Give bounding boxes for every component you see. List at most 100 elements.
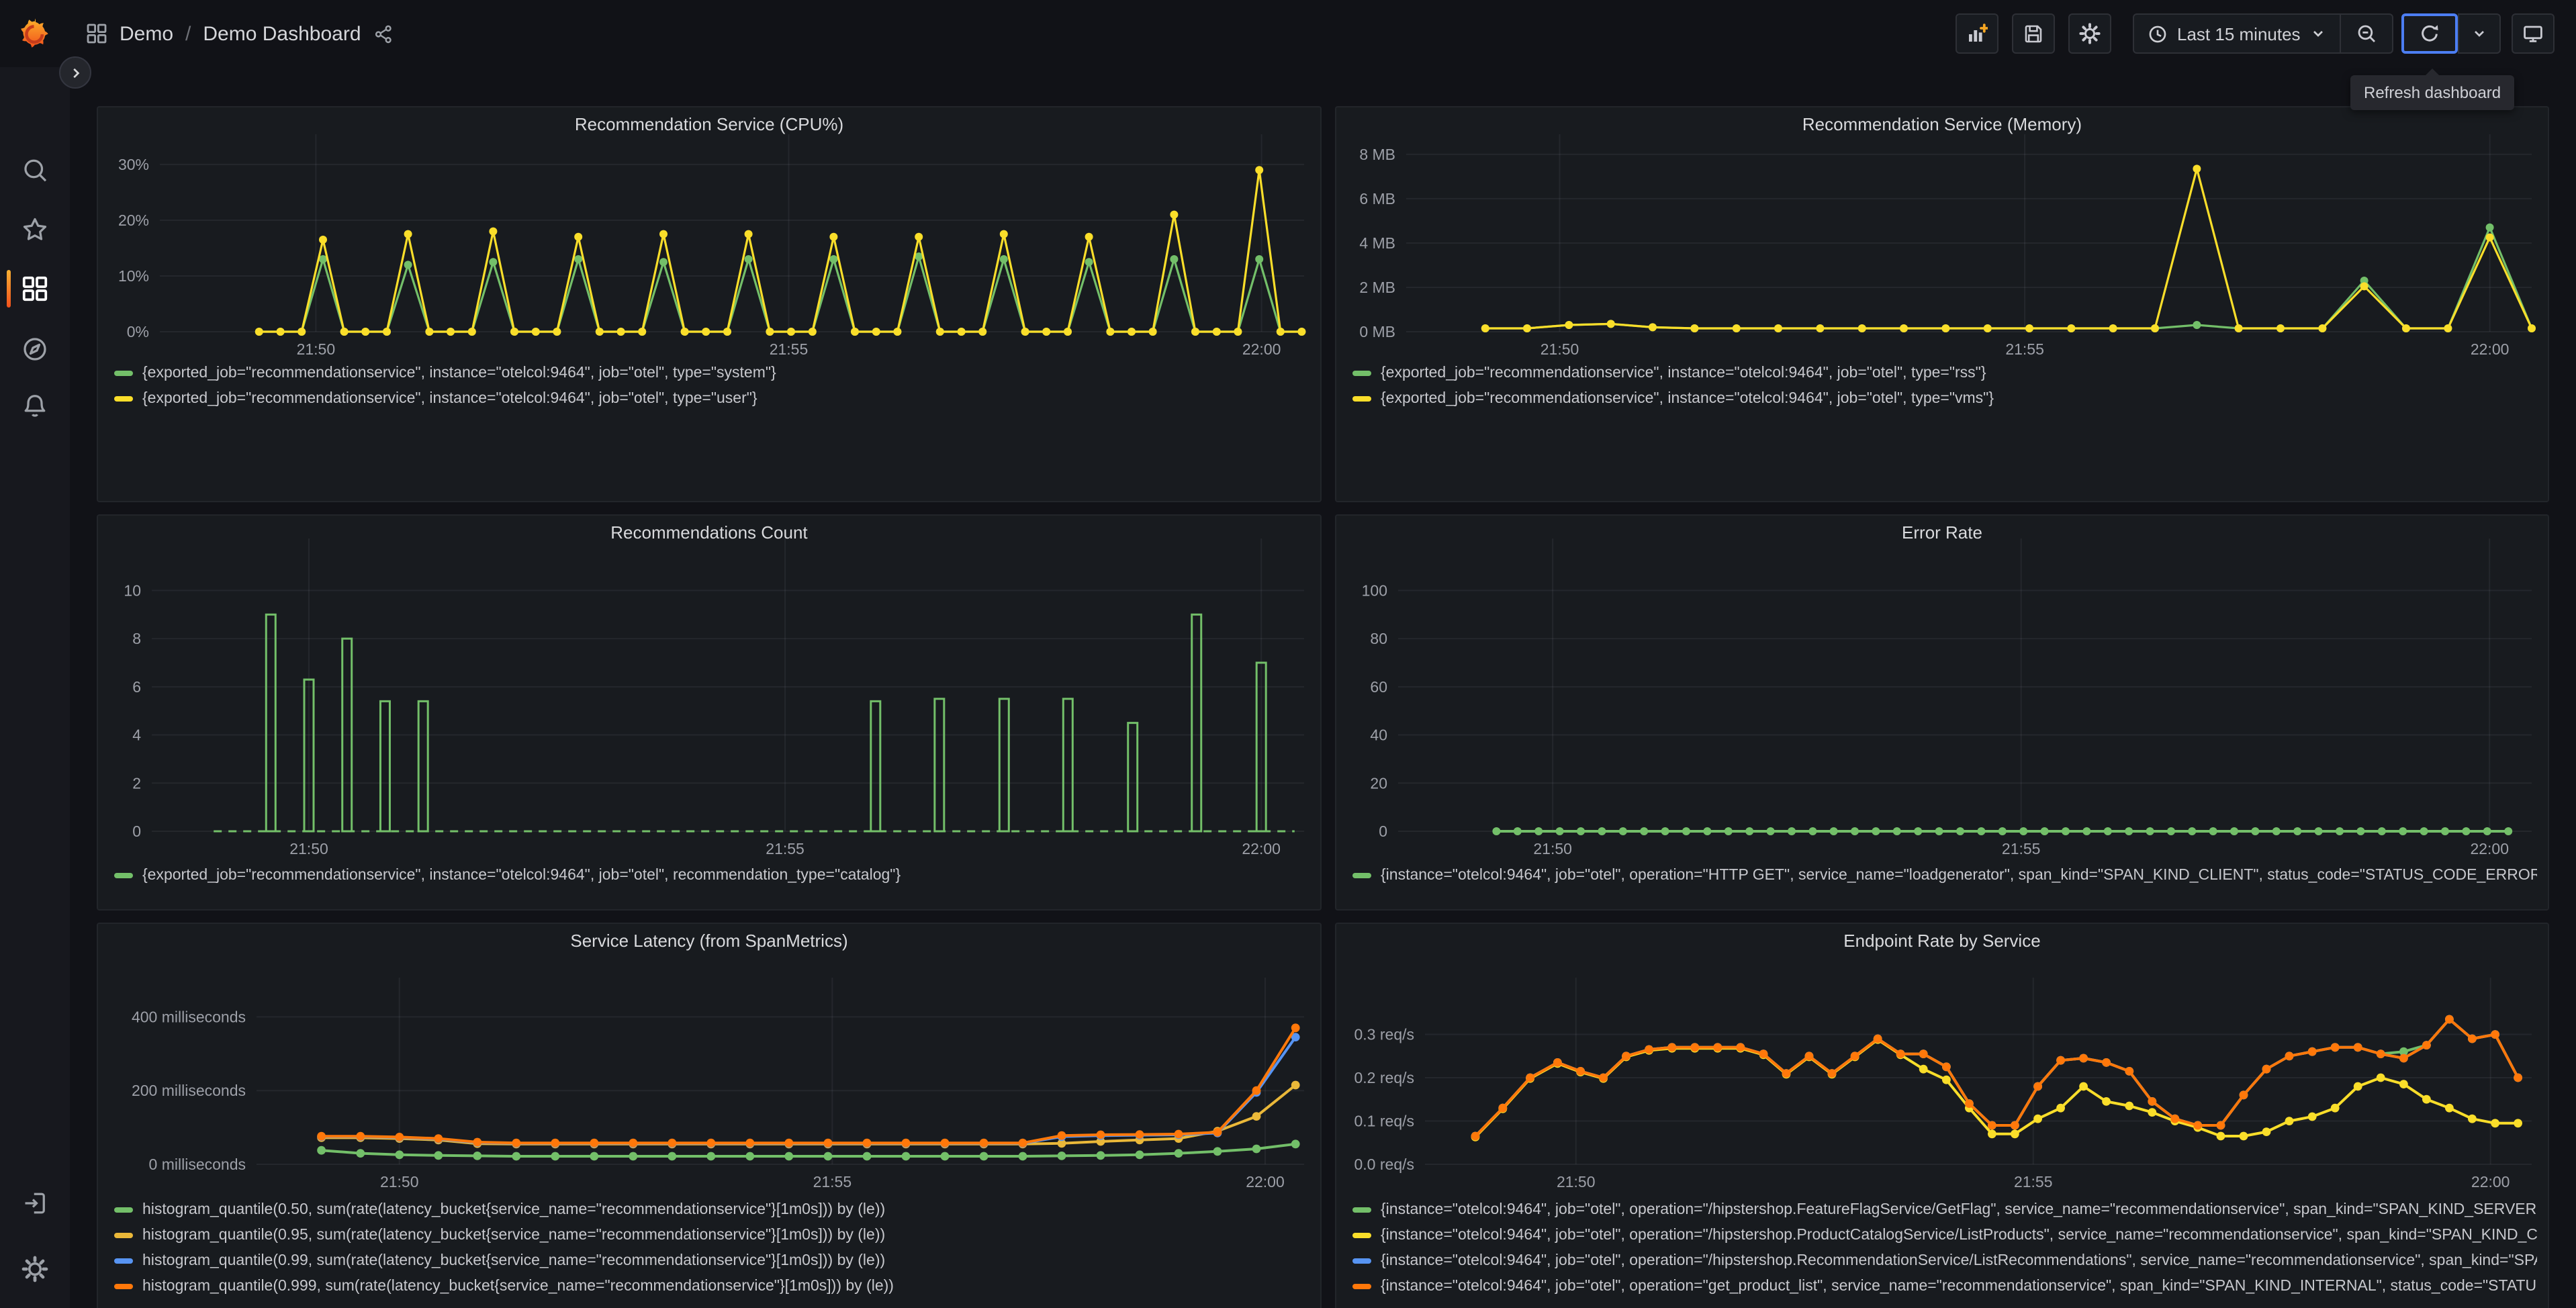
panel-title[interactable]: Recommendations Count <box>98 522 1320 543</box>
y-axis-tick-label: 80 <box>1370 630 1387 647</box>
panel-legend: {instance="otelcol:9464", job="otel", op… <box>1352 865 2537 885</box>
breadcrumb-separator: / <box>185 22 191 45</box>
series <box>214 613 1295 833</box>
chart-canvas[interactable]: 21:50 21:55 22:00 0 MB 2 MB 4 MB 6 MB 8 MB <box>1336 107 2548 501</box>
x-axis-tick-label: 22:00 <box>1242 340 1281 358</box>
sidebar-item-settings[interactable] <box>0 1245 70 1293</box>
y-axis-tick-label: 4 <box>132 727 141 744</box>
monitor-icon <box>2524 26 2542 42</box>
x-axis-tick-label: 21:55 <box>2002 840 2041 857</box>
sidebar-item-search[interactable] <box>0 146 70 195</box>
header-bar: Demo / Demo Dashboard Last 15 minutes Re… <box>0 0 2576 110</box>
time-range-button[interactable]: Last 15 minutes <box>2134 15 2340 52</box>
refresh-interval-dropdown[interactable] <box>2458 13 2501 54</box>
grid-lines <box>1425 978 2532 1165</box>
legend-series-label: {exported_job="recommendationservice", i… <box>1381 390 1994 406</box>
panel-title[interactable]: Service Latency (from SpanMetrics) <box>98 931 1320 951</box>
y-axis-tick-label: 0 <box>1379 823 1387 840</box>
breadcrumb: Demo / Demo Dashboard <box>86 0 394 67</box>
sidebar-item-starred[interactable] <box>0 205 70 254</box>
legend-item[interactable]: {instance="otelcol:9464", job="otel", op… <box>1352 1276 2537 1296</box>
share-icon[interactable] <box>373 24 394 44</box>
y-axis-tick-label: 8 <box>132 630 141 647</box>
panel-title[interactable]: Recommendation Service (CPU%) <box>98 114 1320 134</box>
y-axis-tick-label: 20 <box>1370 774 1387 792</box>
panel-legend: {exported_job="recommendationservice", i… <box>1352 363 2537 408</box>
add-panel-button[interactable] <box>1956 13 1998 54</box>
legend-series-marker <box>1352 1283 1371 1289</box>
legend-item[interactable]: histogram_quantile(0.99, sum(rate(latenc… <box>114 1250 1309 1270</box>
x-axis-tick-label: 21:50 <box>380 1173 419 1190</box>
panel-endpoint-rate: 21:50 21:55 22:00 0.0 req/s 0.1 req/s 0.2 req… <box>1335 923 2549 1308</box>
grid-lines <box>152 539 1304 832</box>
chart-error-rate: 21:50 21:55 22:00 0 20 40 60 80 100 <box>1336 516 2548 909</box>
panel-legend: {exported_job="recommendationservice", i… <box>114 363 1309 408</box>
y-axis-tick-label: 4 MB <box>1359 234 1395 252</box>
series <box>1481 165 2536 332</box>
save-dashboard-button[interactable] <box>2012 13 2055 54</box>
legend-series-marker <box>114 1258 133 1263</box>
dashboards-grid-icon <box>87 24 107 44</box>
y-axis-tick-label: 6 <box>132 678 141 696</box>
x-axis-tick-label: 22:00 <box>1242 840 1281 857</box>
panel-legend: {instance="otelcol:9464", job="otel", op… <box>1352 1199 2537 1296</box>
chart-recommendations-count: 21:50 21:55 22:00 0 2 4 6 8 10 <box>98 516 1320 909</box>
grafana-logo-icon <box>21 18 48 48</box>
panel-legend: histogram_quantile(0.50, sum(rate(latenc… <box>114 1199 1309 1296</box>
y-axis-tick-label: 400 milliseconds <box>132 1008 246 1025</box>
zoom-out-button[interactable] <box>2339 15 2392 52</box>
legend-series-label: histogram_quantile(0.50, sum(rate(latenc… <box>142 1201 886 1217</box>
panel-title[interactable]: Recommendation Service (Memory) <box>1336 114 2548 134</box>
series <box>255 252 1306 336</box>
chart-canvas[interactable]: 21:50 21:55 22:00 0 2 4 6 8 10 <box>98 516 1320 909</box>
legend-item[interactable]: {exported_job="recommendationservice", i… <box>114 865 1309 885</box>
sidebar-item-explore[interactable] <box>0 325 70 373</box>
legend-series-marker <box>114 1232 133 1237</box>
panel-title[interactable]: Error Rate <box>1336 522 2548 543</box>
sidebar-expand-button[interactable] <box>59 56 91 89</box>
y-axis-tick-label: 30% <box>118 156 149 173</box>
legend-item[interactable]: {exported_job="recommendationservice", i… <box>114 363 1309 383</box>
legend-series-marker <box>1352 872 1371 878</box>
legend-item[interactable]: {instance="otelcol:9464", job="otel", op… <box>1352 1250 2537 1270</box>
grafana-logo[interactable] <box>17 16 52 51</box>
legend-item[interactable]: histogram_quantile(0.50, sum(rate(latenc… <box>114 1199 1309 1219</box>
chevron-down-icon <box>2313 31 2323 37</box>
legend-item[interactable]: {exported_job="recommendationservice", i… <box>114 388 1309 408</box>
panel-title[interactable]: Endpoint Rate by Service <box>1336 931 2548 951</box>
clock-icon <box>2149 25 2166 42</box>
breadcrumb-section[interactable]: Demo <box>120 22 173 45</box>
sidebar-item-alerting[interactable] <box>0 381 70 430</box>
x-axis-tick-label: 21:50 <box>289 840 328 857</box>
sign-in-icon <box>25 1193 45 1214</box>
dashboard-settings-button[interactable] <box>2068 13 2111 54</box>
chevron-right-icon <box>73 67 79 78</box>
x-axis-tick-label: 21:55 <box>2005 340 2044 358</box>
breadcrumb-page-title[interactable]: Demo Dashboard <box>203 22 361 45</box>
sidebar-item-dashboards[interactable] <box>0 265 70 313</box>
refresh-dashboard-button[interactable] <box>2401 13 2458 54</box>
series <box>317 1023 1300 1148</box>
legend-series-label: histogram_quantile(0.95, sum(rate(latenc… <box>142 1227 886 1243</box>
y-axis-tick-label: 2 <box>132 774 141 792</box>
grid-lines <box>160 134 1304 332</box>
legend-item[interactable]: {instance="otelcol:9464", job="otel", op… <box>1352 865 2537 885</box>
x-axis-tick-label: 21:50 <box>1540 340 1579 358</box>
legend-item[interactable]: histogram_quantile(0.999, sum(rate(laten… <box>114 1276 1309 1296</box>
legend-item[interactable]: {instance="otelcol:9464", job="otel", op… <box>1352 1225 2537 1245</box>
legend-item[interactable]: {exported_job="recommendationservice", i… <box>1352 363 2537 383</box>
legend-series-marker <box>114 1283 133 1289</box>
sidebar-item-sign-in[interactable] <box>0 1179 70 1227</box>
save-icon <box>2025 25 2042 43</box>
gear-icon <box>2079 23 2101 44</box>
add-panel-icon <box>1969 24 1988 42</box>
chart-canvas[interactable]: 21:50 21:55 22:00 0 20 40 60 80 100 <box>1336 516 2548 909</box>
y-axis-tick-label: 10% <box>118 267 149 285</box>
legend-item[interactable]: histogram_quantile(0.95, sum(rate(latenc… <box>114 1225 1309 1245</box>
kiosk-mode-button[interactable] <box>2512 13 2555 54</box>
panel-recommendations-count: 21:50 21:55 22:00 0 2 4 6 8 10 Recommendations C… <box>97 514 1322 910</box>
legend-item[interactable]: {exported_job="recommendationservice", i… <box>1352 388 2537 408</box>
legend-item[interactable]: {instance="otelcol:9464", job="otel", op… <box>1352 1199 2537 1219</box>
y-axis-tick-label: 0% <box>127 323 149 340</box>
chart-canvas[interactable]: 21:50 21:55 22:00 0% 10% 20% 30% <box>98 107 1320 501</box>
